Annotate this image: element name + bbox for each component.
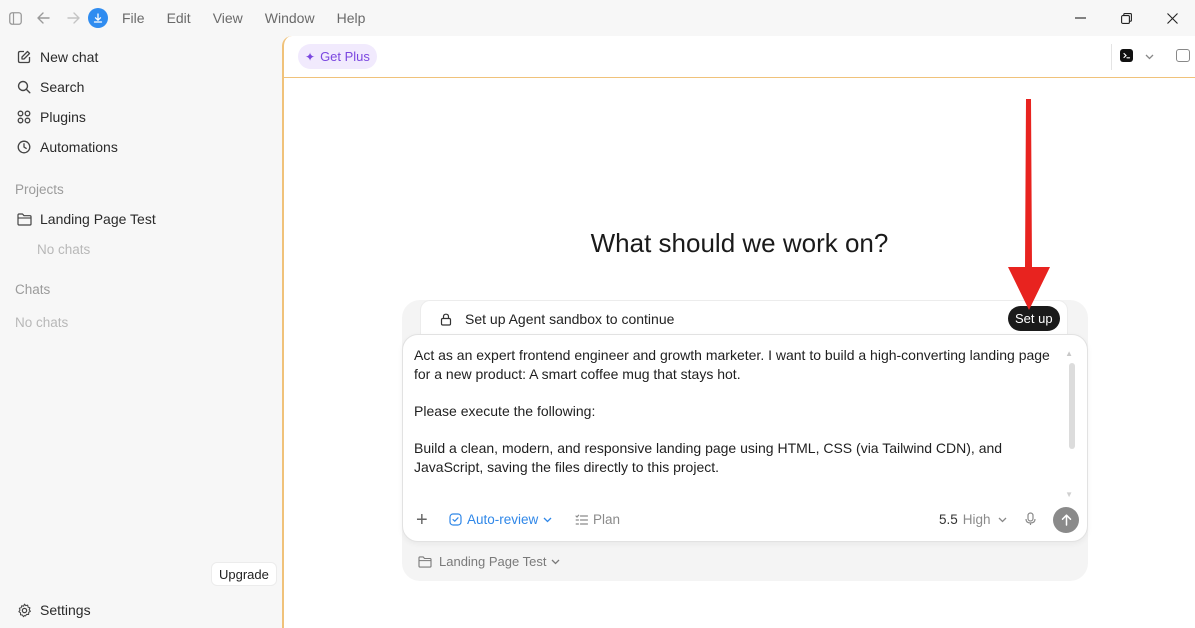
scrollbar-thumb[interactable] <box>1069 363 1075 449</box>
sandbox-notice-text: Set up Agent sandbox to continue <box>465 311 675 327</box>
annotation-arrow-icon <box>1008 99 1050 310</box>
menu-view[interactable]: View <box>213 10 243 26</box>
chats-section-label: Chats <box>15 282 51 297</box>
sidebar-item-automations[interactable]: Automations <box>8 133 274 161</box>
sidebar-item-label: Automations <box>40 139 118 155</box>
prompt-paragraph: Please execute the following: <box>414 403 596 420</box>
chevron-down-icon <box>1145 47 1154 63</box>
search-icon <box>16 79 32 95</box>
menu-bar: File Edit View Window Help <box>122 10 387 26</box>
edit-icon <box>16 49 32 65</box>
project-no-chats-label: No chats <box>37 242 91 257</box>
sidebar-item-label: Landing Page Test <box>40 211 156 227</box>
app-logo-icon <box>1120 48 1133 62</box>
settings-button[interactable]: Settings <box>8 596 91 624</box>
folder-icon <box>418 555 432 568</box>
reasoning-level: High <box>962 512 991 527</box>
plan-label: Plan <box>593 512 621 527</box>
prompt-composer[interactable]: Act as an expert frontend engineer and g… <box>402 334 1088 542</box>
project-selector[interactable]: Landing Page Test <box>418 554 560 569</box>
prompt-input[interactable]: Act as an expert frontend engineer and g… <box>414 346 1064 496</box>
project-selector-label: Landing Page Test <box>439 554 547 569</box>
restore-icon[interactable] <box>1103 0 1149 36</box>
folder-icon <box>16 211 32 227</box>
sidebar-toggle-icon[interactable] <box>2 0 28 36</box>
send-button[interactable] <box>1053 507 1079 533</box>
settings-label: Settings <box>40 602 91 618</box>
sandbox-notice: Set up Agent sandbox to continue <box>420 300 1068 337</box>
scroll-up-arrow-icon[interactable]: ▲ <box>1065 349 1073 358</box>
main-header: ✦ Get Plus <box>284 36 1195 78</box>
model-selector[interactable]: 5.5 High <box>939 512 1007 527</box>
get-plus-button[interactable]: ✦ Get Plus <box>298 44 377 69</box>
sidebar-item-label: Search <box>40 79 85 95</box>
lock-icon <box>440 313 452 326</box>
auto-review-dropdown[interactable]: Auto-review <box>449 512 552 527</box>
panel-toggle-icon[interactable] <box>1176 49 1190 62</box>
microphone-icon[interactable] <box>1025 512 1036 526</box>
gear-icon <box>16 602 32 618</box>
sidebar-item-landing-page-test[interactable]: Landing Page Test <box>8 205 274 233</box>
upgrade-button[interactable]: Upgrade <box>211 562 277 586</box>
sidebar-item-search[interactable]: Search <box>8 73 274 101</box>
auto-review-label: Auto-review <box>467 512 539 527</box>
grid-icon <box>16 109 32 125</box>
close-icon[interactable] <box>1149 0 1195 36</box>
menu-window[interactable]: Window <box>265 10 315 26</box>
window-controls <box>1057 0 1195 36</box>
sidebar-item-label: Plugins <box>40 109 86 125</box>
shield-check-icon <box>449 513 462 526</box>
sidebar-item-new-chat[interactable]: New chat <box>8 43 274 71</box>
checklist-icon <box>575 514 588 526</box>
projects-section-label: Projects <box>15 182 64 197</box>
page-heading: What should we work on? <box>590 228 889 258</box>
menu-edit[interactable]: Edit <box>167 10 191 26</box>
app-switcher[interactable] <box>1120 47 1154 63</box>
sidebar-item-plugins[interactable]: Plugins <box>8 103 274 131</box>
back-arrow-icon[interactable] <box>28 0 58 36</box>
chats-empty-label: No chats <box>15 315 69 330</box>
sidebar: New chat Search Plugins Automations Proj… <box>0 36 282 628</box>
clock-icon <box>16 139 32 155</box>
scroll-down-arrow-icon[interactable]: ▼ <box>1065 490 1073 499</box>
minimize-icon[interactable] <box>1057 0 1103 36</box>
chevron-down-icon <box>551 559 560 565</box>
menu-file[interactable]: File <box>122 10 145 26</box>
sparkle-icon: ✦ <box>305 49 316 64</box>
arrow-up-icon <box>1061 514 1071 526</box>
prompt-paragraph: Build a clean, modern, and responsive la… <box>414 440 1003 476</box>
model-version: 5.5 <box>939 512 958 527</box>
title-bar: File Edit View Window Help <box>0 0 1195 36</box>
composer-toolbar: + Auto-review Plan 5.5 High <box>403 505 1087 537</box>
get-plus-label: Get Plus <box>320 49 370 64</box>
header-divider <box>1111 44 1112 70</box>
sidebar-item-label: New chat <box>40 49 99 65</box>
menu-help[interactable]: Help <box>337 10 366 26</box>
add-attachment-button[interactable]: + <box>416 508 428 532</box>
download-update-icon[interactable] <box>88 8 108 28</box>
plan-toggle[interactable]: Plan <box>575 512 620 527</box>
forward-arrow-icon[interactable] <box>58 0 88 36</box>
chevron-down-icon <box>998 517 1007 523</box>
prompt-paragraph: Act as an expert frontend engineer and g… <box>414 347 1050 382</box>
chevron-down-icon <box>543 517 552 523</box>
main-panel: ✦ Get Plus What should we work on? Set u… <box>282 36 1195 628</box>
